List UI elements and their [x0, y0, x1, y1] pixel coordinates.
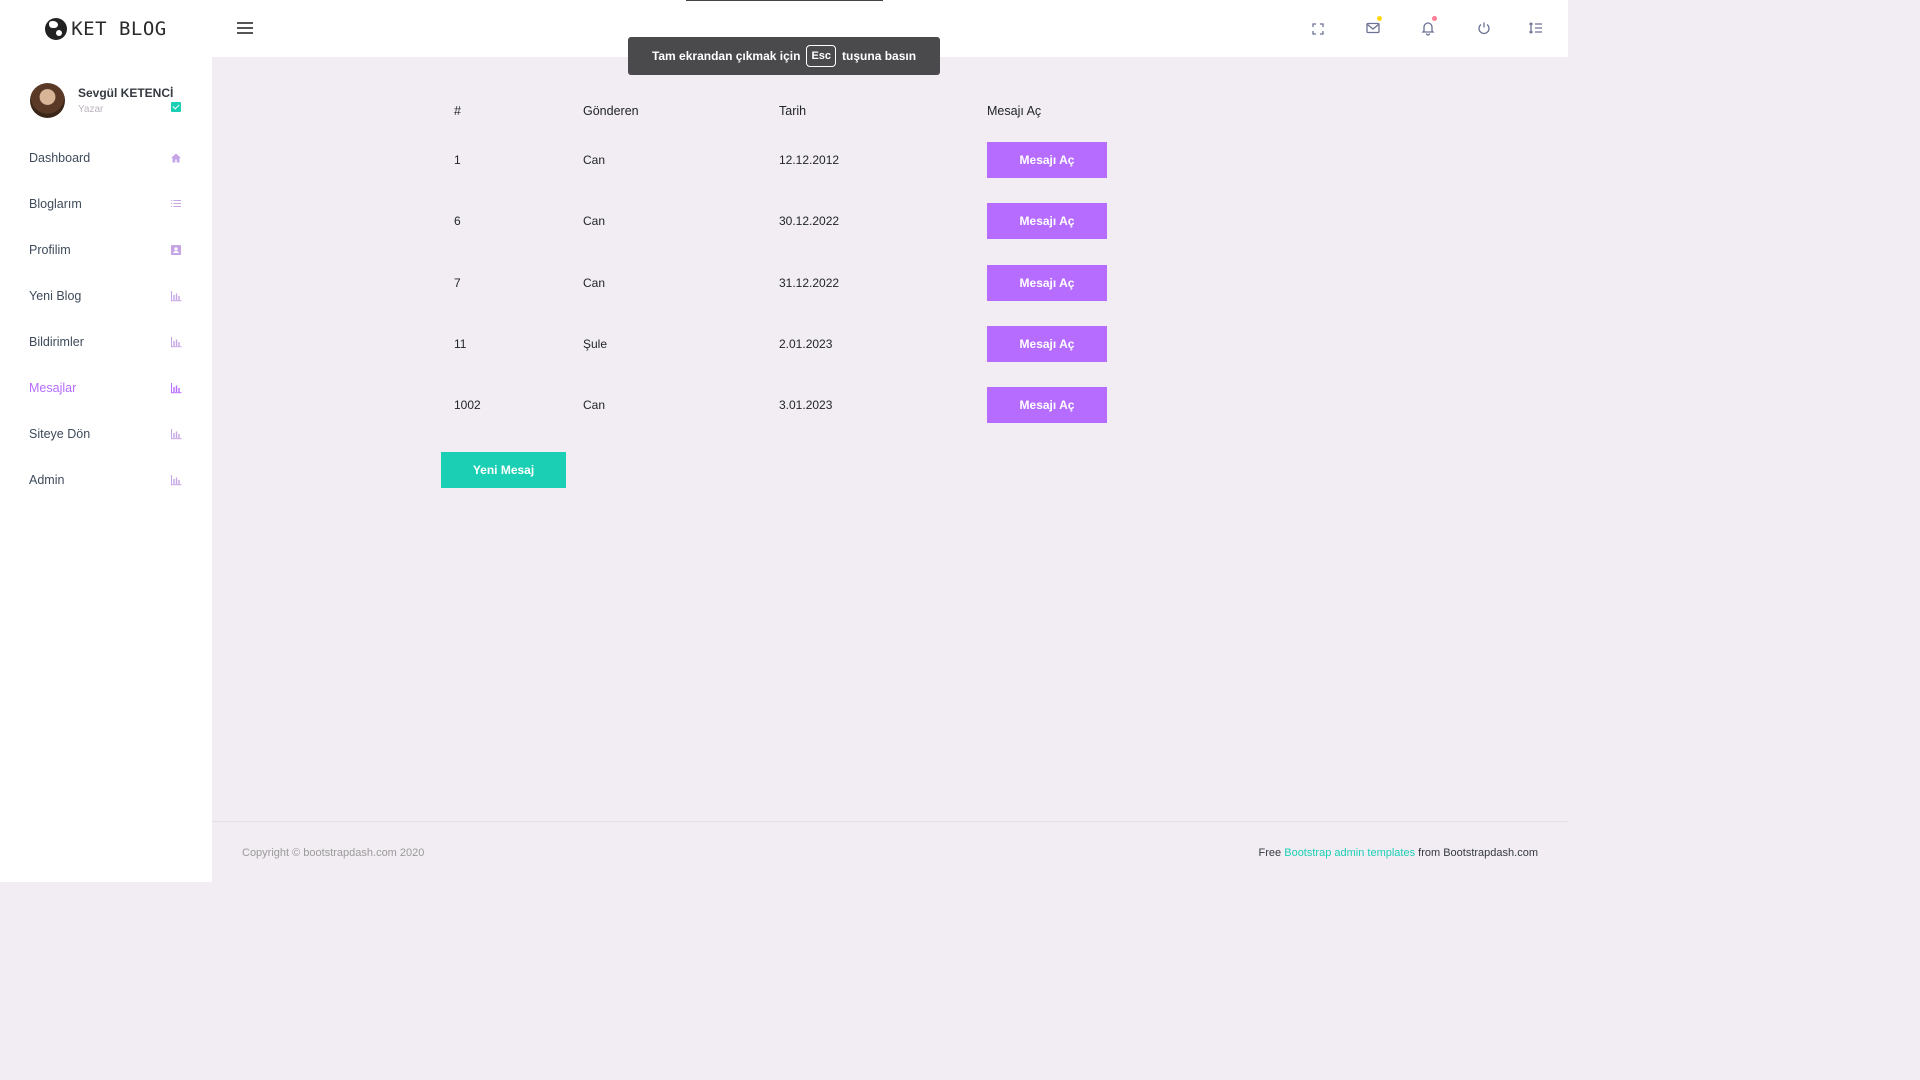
toast-text-before: Tam ekrandan çıkmak için: [651, 49, 801, 63]
cell-sender: Can: [583, 398, 606, 412]
top-divider: [686, 0, 883, 1]
sidebar-item[interactable]: Profilim: [0, 227, 212, 273]
chart-icon: [170, 474, 182, 486]
home-icon: [170, 152, 182, 164]
notification-indicator-dot: [1432, 16, 1437, 21]
open-message-button[interactable]: Mesajı Aç: [987, 326, 1107, 362]
header-sender: Gönderen: [583, 104, 639, 118]
open-message-button[interactable]: Mesajı Aç: [987, 142, 1107, 178]
menu-toggle-icon[interactable]: [237, 22, 253, 34]
sidebar-item[interactable]: Mesajlar: [0, 365, 212, 411]
cell-id: 6: [454, 214, 461, 228]
chart-icon: [170, 428, 182, 440]
fullscreen-exit-toast: Tam ekrandan çıkmak için Esc tuşuna bası…: [628, 37, 940, 75]
profile-name: Sevgül KETENCİ: [78, 85, 174, 100]
avatar: [30, 82, 65, 118]
cell-date: 12.12.2012: [779, 153, 840, 167]
new-message-button[interactable]: Yeni Mesaj: [441, 452, 566, 488]
footer-credit: Free Bootstrap admin templates from Boot…: [1259, 847, 1538, 859]
sidebar-item-label: Bloglarım: [29, 197, 82, 211]
sidebar-nav: Dashboard Bloglarım Profilim Yeni Blog Bildi…: [0, 135, 212, 503]
sidebar-item[interactable]: Yeni Blog: [0, 273, 212, 319]
profile-card[interactable]: Sevgül KETENCİ Yazar: [0, 57, 212, 127]
sidebar-item-label: Siteye Dön: [29, 427, 91, 441]
mail-icon[interactable]: [1365, 16, 1382, 36]
sidebar: KET BLOG Sevgül KETENCİ Yazar Dashboard B…: [0, 0, 212, 882]
cell-sender: Can: [583, 153, 606, 167]
verified-badge-icon: [171, 102, 181, 112]
profile-role: Yazar: [78, 103, 104, 115]
sidebar-item-label: Dashboard: [29, 151, 91, 165]
globe-icon: [45, 17, 68, 40]
sidebar-item-label: Profilim: [29, 243, 71, 257]
cell-sender: Can: [583, 276, 606, 290]
cell-id: 1002: [454, 398, 481, 412]
cell-sender: Can: [583, 214, 606, 228]
footer-free-text: Free: [1258, 847, 1282, 859]
toast-text-after: tuşuna basın: [842, 49, 917, 63]
chart-icon: [170, 382, 182, 394]
sidebar-item[interactable]: Dashboard: [0, 135, 212, 181]
brand-name: KET BLOG: [71, 17, 167, 40]
footer-templates-link[interactable]: Bootstrap admin templates: [1284, 847, 1415, 859]
open-message-button[interactable]: Mesajı Aç: [987, 265, 1107, 301]
sidebar-item-label: Mesajlar: [29, 381, 77, 395]
format-list-icon[interactable]: [1528, 20, 1544, 36]
sidebar-item[interactable]: Admin: [0, 457, 212, 503]
cell-id: 11: [454, 337, 467, 351]
power-icon[interactable]: [1476, 20, 1492, 36]
sidebar-item-label: Admin: [29, 473, 65, 487]
header-date: Tarih: [779, 104, 807, 118]
sidebar-item-label: Yeni Blog: [29, 289, 82, 303]
footer-copyright: Copyright © bootstrapdash.com 2020: [242, 847, 425, 859]
cell-date: 2.01.2023: [779, 337, 833, 351]
open-message-button[interactable]: Mesajı Aç: [987, 203, 1107, 239]
footer-suffix-text: from Bootstrapdash.com: [1418, 847, 1538, 859]
sidebar-item[interactable]: Siteye Dön: [0, 411, 212, 457]
sidebar-item-label: Bildirimler: [29, 335, 84, 349]
bell-icon[interactable]: [1420, 16, 1437, 36]
cell-date: 31.12.2022: [779, 276, 840, 290]
cell-date: 3.01.2023: [779, 398, 833, 412]
footer: Copyright © bootstrapdash.com 2020 Free …: [212, 821, 1568, 882]
list-icon: [170, 198, 182, 210]
sidebar-item[interactable]: Bloglarım: [0, 181, 212, 227]
mail-indicator-dot: [1377, 16, 1382, 21]
brand-logo[interactable]: KET BLOG: [0, 0, 212, 57]
cell-sender: Şule: [583, 337, 608, 351]
fullscreen-icon[interactable]: [1310, 21, 1326, 37]
open-message-button[interactable]: Mesajı Aç: [987, 387, 1107, 423]
contacts-icon: [170, 244, 182, 256]
cell-id: 1: [454, 153, 461, 167]
header-open: Mesajı Aç: [987, 104, 1042, 118]
esc-key-badge: Esc: [806, 45, 837, 67]
sidebar-item[interactable]: Bildirimler: [0, 319, 212, 365]
cell-date: 30.12.2022: [779, 214, 840, 228]
cell-id: 7: [454, 276, 461, 290]
chart-icon: [170, 290, 182, 302]
header-number: #: [454, 104, 461, 118]
chart-icon: [170, 336, 182, 348]
